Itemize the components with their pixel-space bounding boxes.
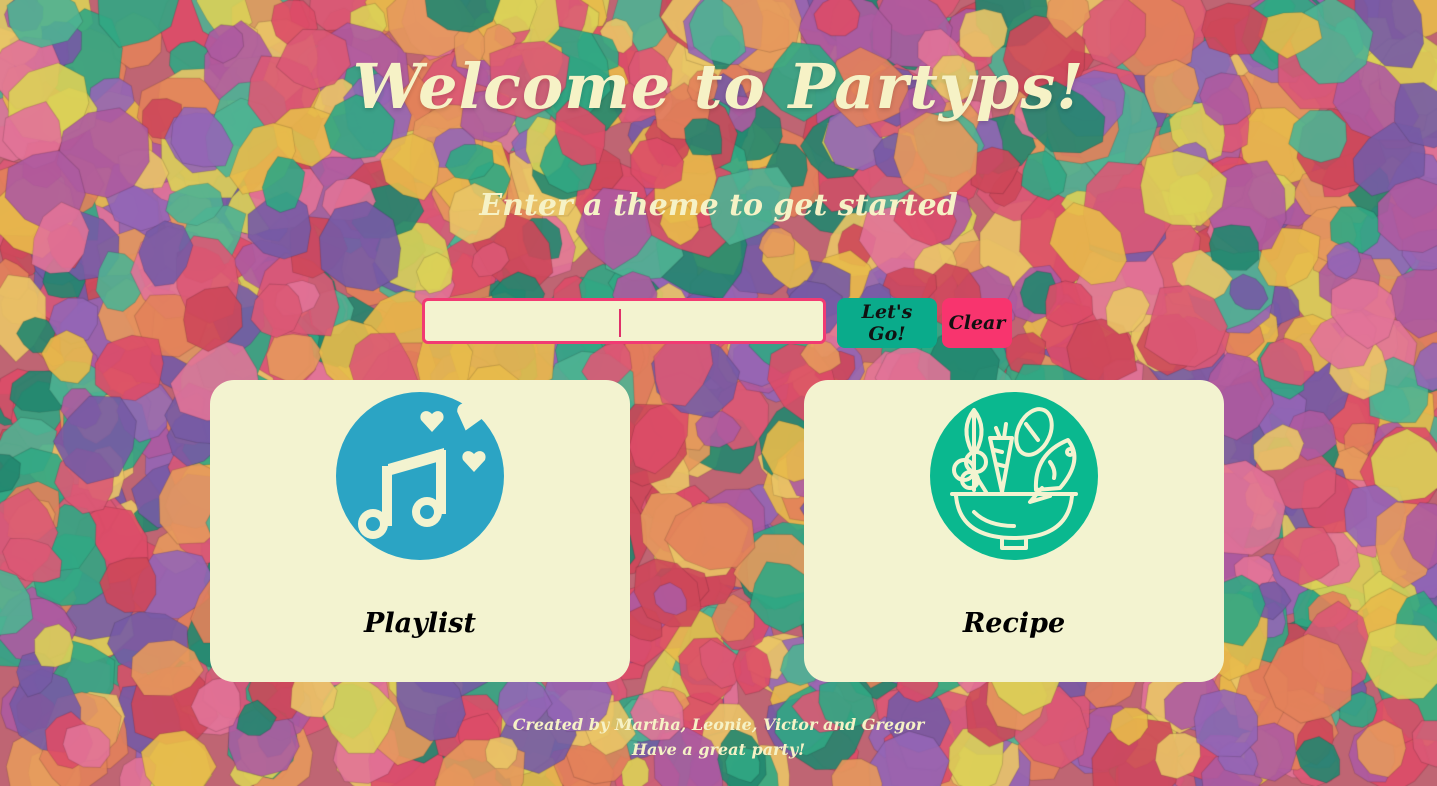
playlist-label: Playlist	[364, 608, 476, 639]
salad-bowl-icon	[930, 392, 1098, 560]
page-subtitle: Enter a theme to get started	[479, 188, 958, 223]
footer-tagline: Have a great party!	[631, 740, 806, 759]
theme-input[interactable]	[422, 298, 826, 344]
footer: Created by Martha, Leonie, Victor and Gr…	[0, 712, 1437, 762]
text-caret	[619, 309, 621, 337]
clear-button[interactable]: Clear	[942, 298, 1012, 348]
footer-credits: Created by Martha, Leonie, Victor and Gr…	[512, 715, 925, 734]
recipe-card[interactable]: Recipe	[804, 380, 1224, 682]
recipe-label: Recipe	[962, 608, 1066, 639]
playlist-card[interactable]: Playlist	[210, 380, 630, 682]
lets-go-button[interactable]: Let's Go!	[837, 298, 937, 348]
page-title: Welcome to Partyps!	[352, 50, 1085, 123]
music-note-icon	[336, 392, 504, 560]
page: Welcome to Partyps! Enter a theme to get…	[0, 0, 1437, 786]
